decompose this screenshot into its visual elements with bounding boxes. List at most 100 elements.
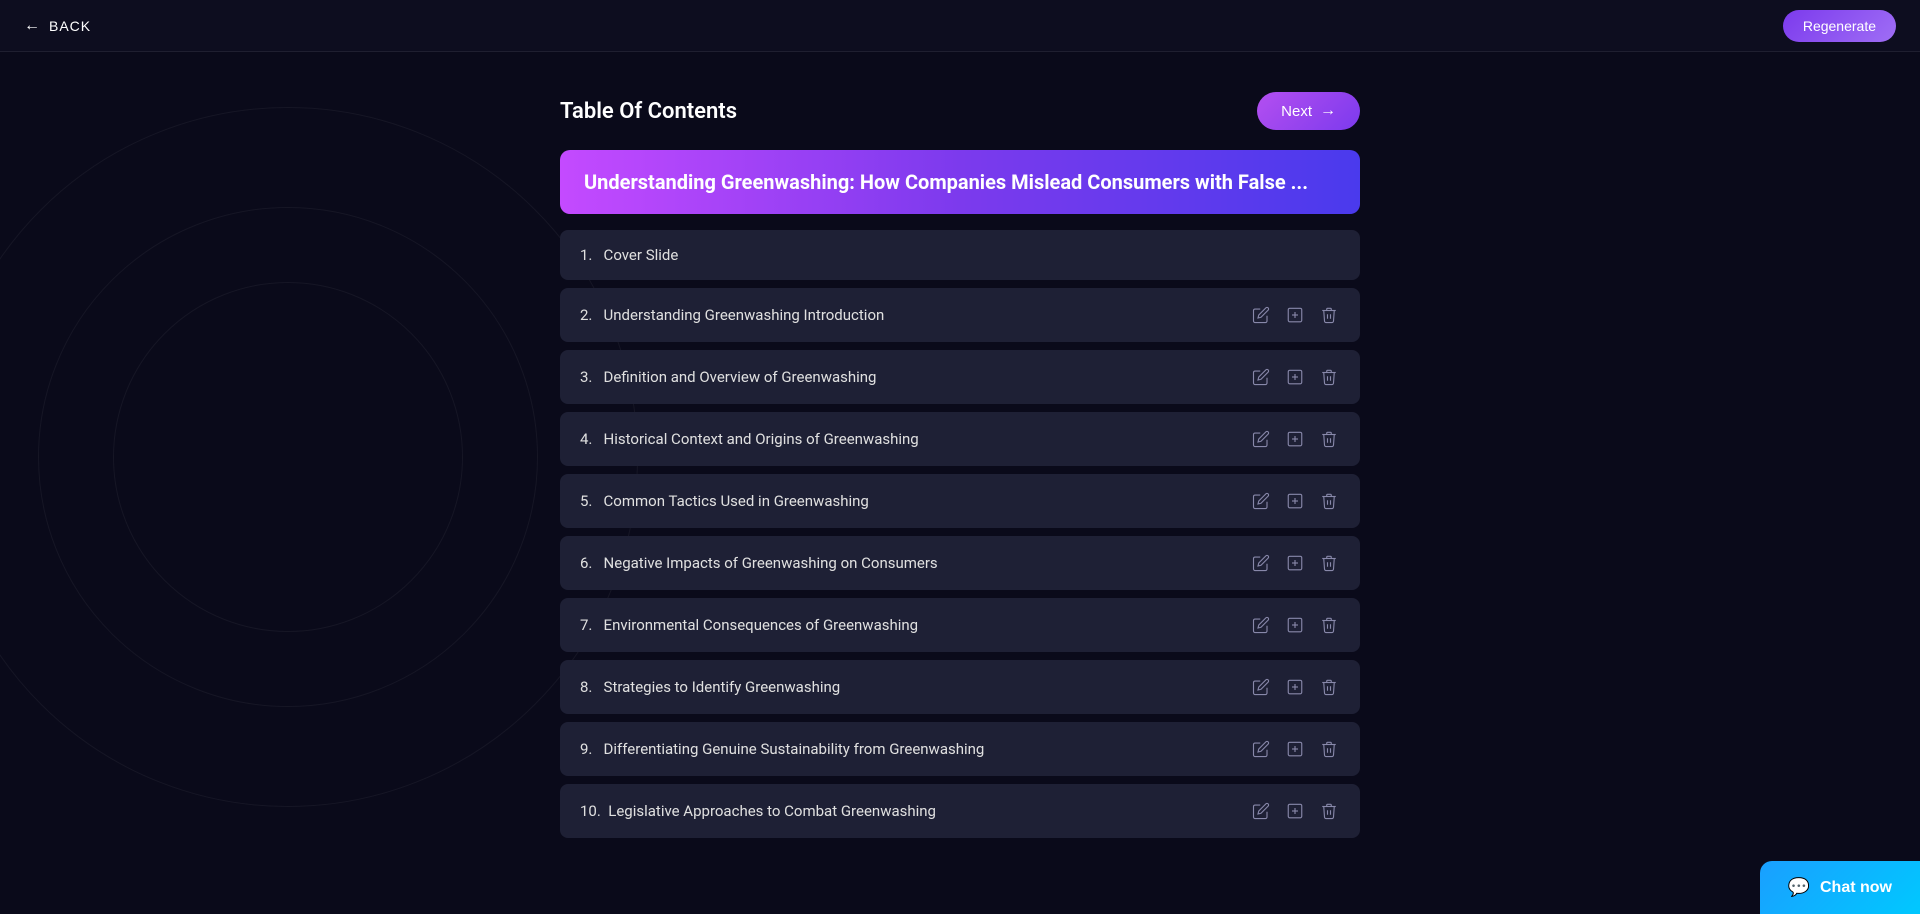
edit-icon-6 [1252,554,1270,572]
next-arrow-icon: → [1320,102,1336,120]
delete-icon-9 [1320,740,1338,758]
toc-item-2-actions [1250,304,1340,326]
delete-button-6[interactable] [1318,552,1340,574]
toc-item-3: 3. Definition and Overview of Greenwashi… [560,350,1360,404]
add-icon-3 [1286,368,1304,386]
delete-icon-4 [1320,430,1338,448]
toc-item-8: 8. Strategies to Identify Greenwashing [560,660,1360,714]
edit-icon-3 [1252,368,1270,386]
chat-now-label: Chat now [1820,879,1892,897]
delete-button-7[interactable] [1318,614,1340,636]
add-icon-7 [1286,616,1304,634]
edit-button-3[interactable] [1250,366,1272,388]
add-icon-4 [1286,430,1304,448]
edit-button-8[interactable] [1250,676,1272,698]
toc-item-6-actions [1250,552,1340,574]
toc-item-1-number: 1. [580,246,592,264]
edit-button-4[interactable] [1250,428,1272,450]
add-button-2[interactable] [1284,304,1306,326]
toc-item-7-text: 7. Environmental Consequences of Greenwa… [580,616,918,634]
add-icon-2 [1286,306,1304,324]
toc-item-7: 7. Environmental Consequences of Greenwa… [560,598,1360,652]
toc-item-9-actions [1250,738,1340,760]
toc-item-4-actions [1250,428,1340,450]
edit-icon-7 [1252,616,1270,634]
chat-icon: 💬 [1788,877,1810,898]
add-button-7[interactable] [1284,614,1306,636]
edit-button-2[interactable] [1250,304,1272,326]
toc-item-7-actions [1250,614,1340,636]
toc-item-5: 5. Common Tactics Used in Greenwashing [560,474,1360,528]
edit-button-9[interactable] [1250,738,1272,760]
delete-button-10[interactable] [1318,800,1340,822]
toc-item-4-text: 4. Historical Context and Origins of Gre… [580,430,919,448]
edit-button-6[interactable] [1250,552,1272,574]
toc-item-2-text: 2. Understanding Greenwashing Introducti… [580,306,884,324]
edit-icon-9 [1252,740,1270,758]
toc-item-5-text: 5. Common Tactics Used in Greenwashing [580,492,869,510]
toc-item-2: 2. Understanding Greenwashing Introducti… [560,288,1360,342]
toc-item-8-text: 8. Strategies to Identify Greenwashing [580,678,840,696]
add-button-8[interactable] [1284,676,1306,698]
delete-button-4[interactable] [1318,428,1340,450]
edit-button-10[interactable] [1250,800,1272,822]
back-label: BACK [49,18,91,34]
delete-button-2[interactable] [1318,304,1340,326]
delete-icon-8 [1320,678,1338,696]
delete-icon-5 [1320,492,1338,510]
toc-item-3-text: 3. Definition and Overview of Greenwashi… [580,368,876,386]
edit-button-7[interactable] [1250,614,1272,636]
delete-icon-3 [1320,368,1338,386]
add-button-5[interactable] [1284,490,1306,512]
toc-item-9: 9. Differentiating Genuine Sustainabilit… [560,722,1360,776]
toc-item-8-actions [1250,676,1340,698]
toc-item-3-actions [1250,366,1340,388]
add-button-6[interactable] [1284,552,1306,574]
regenerate-button[interactable]: Regenerate [1783,10,1896,42]
add-button-4[interactable] [1284,428,1306,450]
next-button[interactable]: Next → [1257,92,1360,130]
add-icon-9 [1286,740,1304,758]
delete-button-9[interactable] [1318,738,1340,760]
next-label: Next [1281,103,1312,120]
title-banner: Understanding Greenwashing: How Companie… [560,150,1360,214]
chat-now-container: 💬 Chat now [1760,861,1920,914]
toc-item-4: 4. Historical Context and Origins of Gre… [560,412,1360,466]
add-button-3[interactable] [1284,366,1306,388]
main-content: Table Of Contents Next → Understanding G… [0,52,1920,914]
toc-list: 1. Cover Slide 2. Understanding Greenwas… [560,230,1360,838]
toc-item-10-actions [1250,800,1340,822]
navbar: ← BACK Regenerate [0,0,1920,52]
add-icon-6 [1286,554,1304,572]
title-banner-text: Understanding Greenwashing: How Companie… [584,170,1308,194]
toc-item-5-actions [1250,490,1340,512]
delete-button-5[interactable] [1318,490,1340,512]
edit-icon-4 [1252,430,1270,448]
toc-item-9-text: 9. Differentiating Genuine Sustainabilit… [580,740,984,758]
delete-icon-7 [1320,616,1338,634]
toc-container: Table Of Contents Next → Understanding G… [560,92,1360,914]
edit-button-5[interactable] [1250,490,1272,512]
add-button-9[interactable] [1284,738,1306,760]
delete-icon-2 [1320,306,1338,324]
edit-icon-2 [1252,306,1270,324]
add-icon-8 [1286,678,1304,696]
chat-now-button[interactable]: 💬 Chat now [1760,861,1920,914]
edit-icon-5 [1252,492,1270,510]
toc-title: Table Of Contents [560,99,737,124]
toc-item-10: 10. Legislative Approaches to Combat Gre… [560,784,1360,838]
delete-icon-6 [1320,554,1338,572]
toc-item-1: 1. Cover Slide [560,230,1360,280]
back-button[interactable]: ← BACK [24,17,91,35]
back-arrow-icon: ← [24,17,41,35]
toc-header: Table Of Contents Next → [560,92,1360,130]
toc-item-10-text: 10. Legislative Approaches to Combat Gre… [580,802,936,820]
edit-icon-10 [1252,802,1270,820]
delete-button-8[interactable] [1318,676,1340,698]
navbar-right: Regenerate [1783,10,1896,42]
add-button-10[interactable] [1284,800,1306,822]
add-icon-10 [1286,802,1304,820]
delete-button-3[interactable] [1318,366,1340,388]
edit-icon-8 [1252,678,1270,696]
toc-item-6-text: 6. Negative Impacts of Greenwashing on C… [580,554,938,572]
